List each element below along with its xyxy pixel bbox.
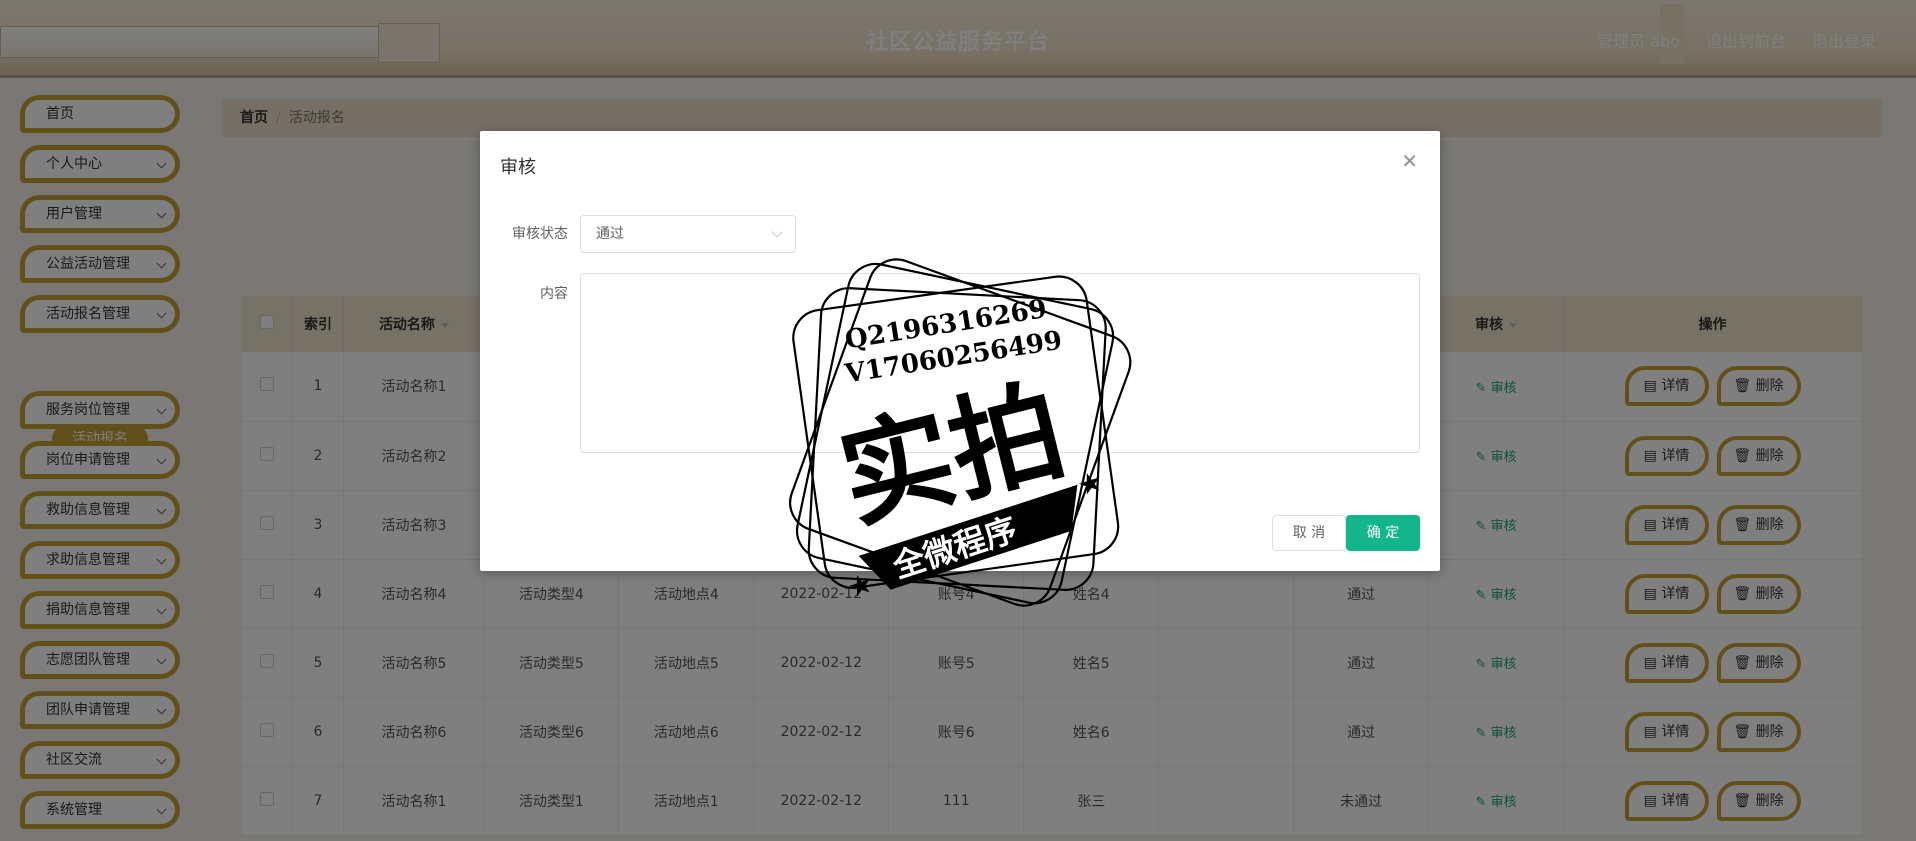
content-label: 内容 — [540, 286, 568, 302]
close-icon[interactable]: ✕ — [1401, 149, 1418, 173]
dialog-title: 审核 — [500, 157, 536, 178]
cancel-button[interactable]: 取 消 — [1272, 515, 1346, 551]
star-icon: ★ — [843, 566, 877, 605]
confirm-button[interactable]: 确 定 — [1346, 515, 1420, 551]
chevron-down-icon — [771, 226, 783, 238]
watermark-stamp: Q2196316269 V17060256499 实拍 全微程序 ★ ★ — [789, 258, 1132, 607]
status-select-value: 通过 — [596, 226, 624, 242]
status-label: 审核状态 — [512, 226, 568, 242]
star-icon: ★ — [1073, 464, 1107, 503]
